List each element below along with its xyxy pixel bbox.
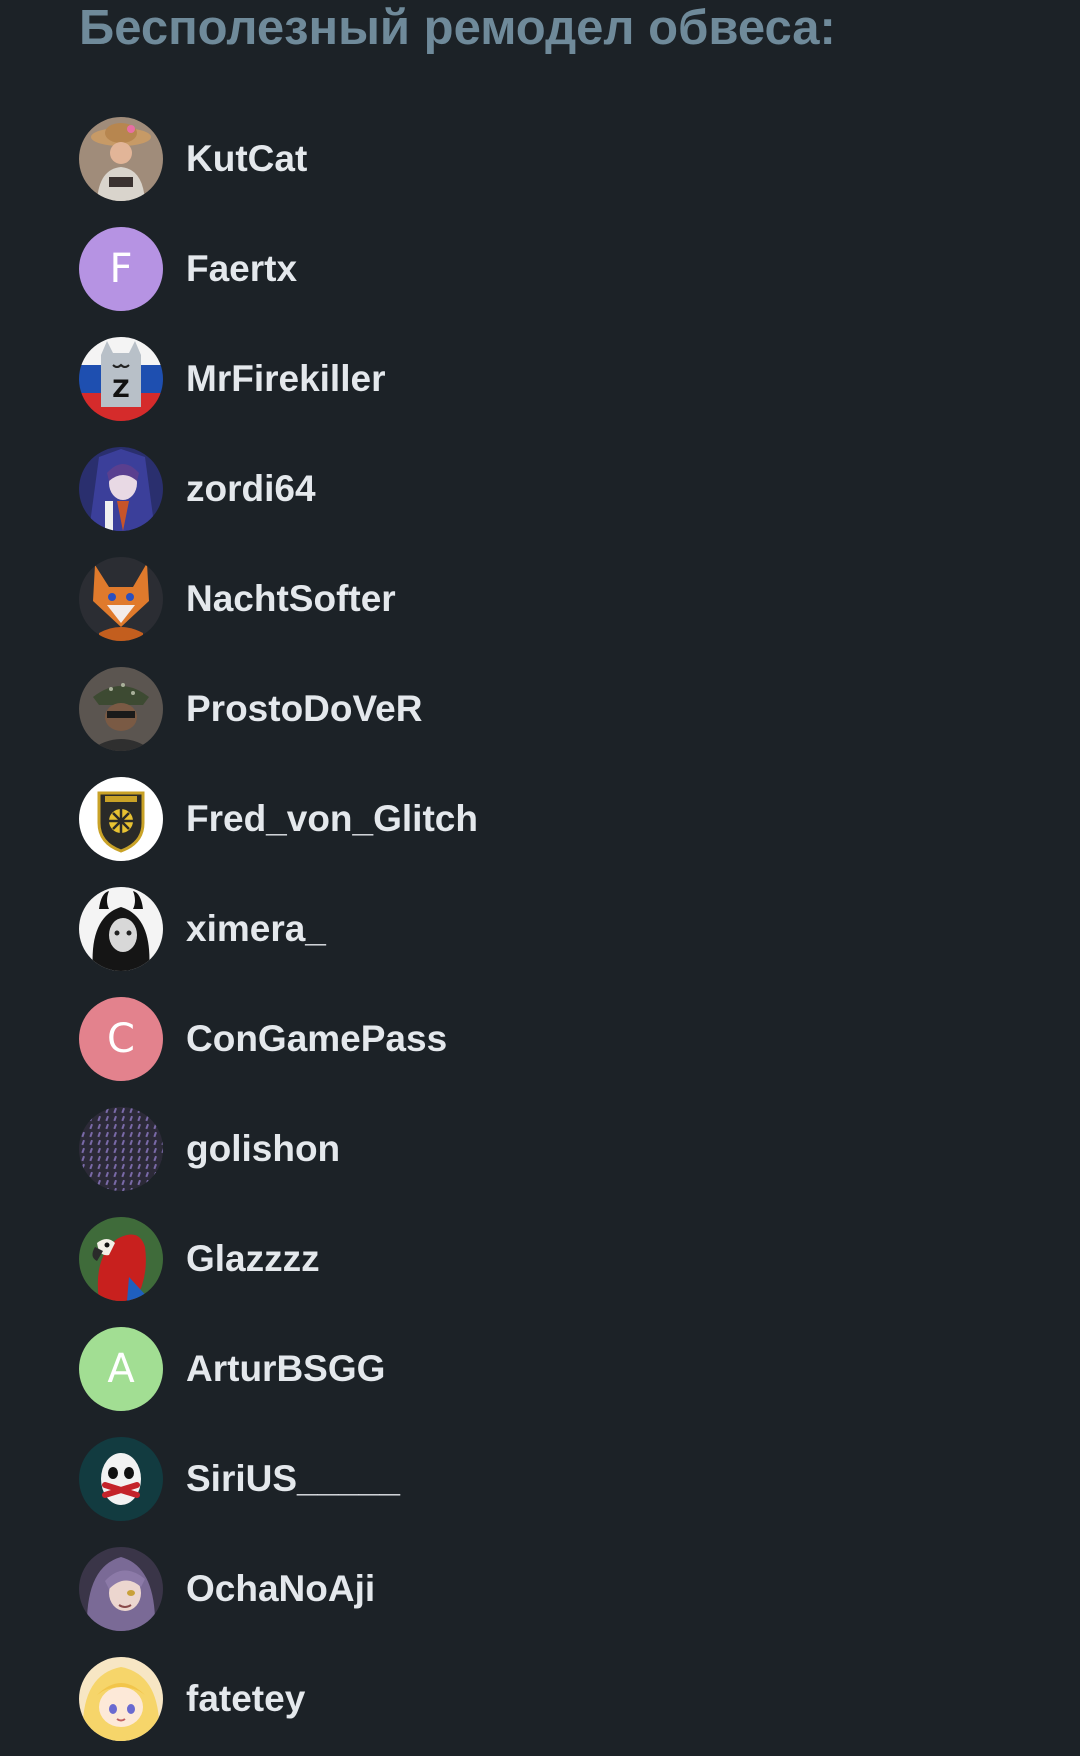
username: fatetey bbox=[186, 1678, 306, 1719]
section-title: Бесполезный ремодел обвеса: bbox=[79, 1, 836, 55]
avatar[interactable] bbox=[79, 1217, 163, 1301]
username: NachtSofter bbox=[186, 578, 396, 619]
list-item-user[interactable]: OchaNoAji bbox=[79, 1534, 1039, 1644]
avatar-letter: A bbox=[107, 1346, 135, 1392]
username: ProstoDoVeR bbox=[186, 688, 423, 729]
avatar[interactable] bbox=[79, 667, 163, 751]
anime-purple-hair-icon bbox=[79, 1547, 163, 1631]
list-item-user[interactable]: C ConGamePass bbox=[79, 984, 1039, 1094]
username: ConGamePass bbox=[186, 1018, 448, 1059]
username: ximera_ bbox=[186, 908, 326, 949]
avatar-letter: F bbox=[109, 246, 133, 292]
avatar[interactable] bbox=[79, 1657, 163, 1741]
list-item-user[interactable]: golishon bbox=[79, 1094, 1039, 1204]
man-bucket-hat-icon bbox=[79, 667, 163, 751]
avatar[interactable] bbox=[79, 887, 163, 971]
username: SiriUS_____ bbox=[186, 1458, 400, 1499]
user-list: KutCat F Faertx Z MrFirekiller zordi64 N… bbox=[79, 104, 1039, 1754]
taped-mask-icon bbox=[79, 1437, 163, 1521]
list-item-user[interactable]: zordi64 bbox=[79, 434, 1039, 544]
avatar[interactable]: C bbox=[79, 997, 163, 1081]
anime-blonde-girl-icon bbox=[79, 1657, 163, 1741]
avatar[interactable] bbox=[79, 117, 163, 201]
avatar[interactable] bbox=[79, 1547, 163, 1631]
dot-pattern-icon bbox=[79, 1107, 163, 1191]
list-item-user[interactable]: Fred_von_Glitch bbox=[79, 764, 1039, 874]
z-cat-russian-flag-icon: Z bbox=[79, 337, 163, 421]
username: golishon bbox=[186, 1128, 341, 1169]
horned-girl-icon bbox=[79, 887, 163, 971]
red-parrot-icon bbox=[79, 1217, 163, 1301]
username: Faertx bbox=[186, 248, 298, 289]
shield-emblem-icon bbox=[79, 777, 163, 861]
avatar[interactable]: Z bbox=[79, 337, 163, 421]
list-item-user[interactable]: Glazzzz bbox=[79, 1204, 1039, 1314]
avatar[interactable] bbox=[79, 557, 163, 641]
username: Glazzzz bbox=[186, 1238, 320, 1279]
avatar[interactable] bbox=[79, 1107, 163, 1191]
avatar-letter: C bbox=[107, 1016, 135, 1062]
list-item-user[interactable]: Z MrFirekiller bbox=[79, 324, 1039, 434]
person-cowboy-hat-icon bbox=[79, 117, 163, 201]
username: OchaNoAji bbox=[186, 1568, 376, 1609]
avatar[interactable]: F bbox=[79, 227, 163, 311]
username: ArturBSGG bbox=[186, 1348, 386, 1389]
list-item-user[interactable]: A ArturBSGG bbox=[79, 1314, 1039, 1424]
avatar[interactable] bbox=[79, 447, 163, 531]
username: KutCat bbox=[186, 138, 308, 179]
avatar[interactable]: A bbox=[79, 1327, 163, 1411]
username: MrFirekiller bbox=[186, 358, 386, 399]
list-item-user[interactable]: SiriUS_____ bbox=[79, 1424, 1039, 1534]
orange-fox-icon bbox=[79, 557, 163, 641]
avatar[interactable] bbox=[79, 777, 163, 861]
username: zordi64 bbox=[186, 468, 316, 509]
username: Fred_von_Glitch bbox=[186, 798, 478, 839]
svg-text:Z: Z bbox=[112, 375, 129, 403]
avatar[interactable] bbox=[79, 1437, 163, 1521]
list-item-user[interactable]: KutCat bbox=[79, 104, 1039, 214]
list-item-user[interactable]: ximera_ bbox=[79, 874, 1039, 984]
list-item-user[interactable]: fatetey bbox=[79, 1644, 1039, 1754]
list-item-user[interactable]: F Faertx bbox=[79, 214, 1039, 324]
list-item-user[interactable]: NachtSofter bbox=[79, 544, 1039, 654]
list-item-user[interactable]: ProstoDoVeR bbox=[79, 654, 1039, 764]
anime-dark-hair-icon bbox=[79, 447, 163, 531]
